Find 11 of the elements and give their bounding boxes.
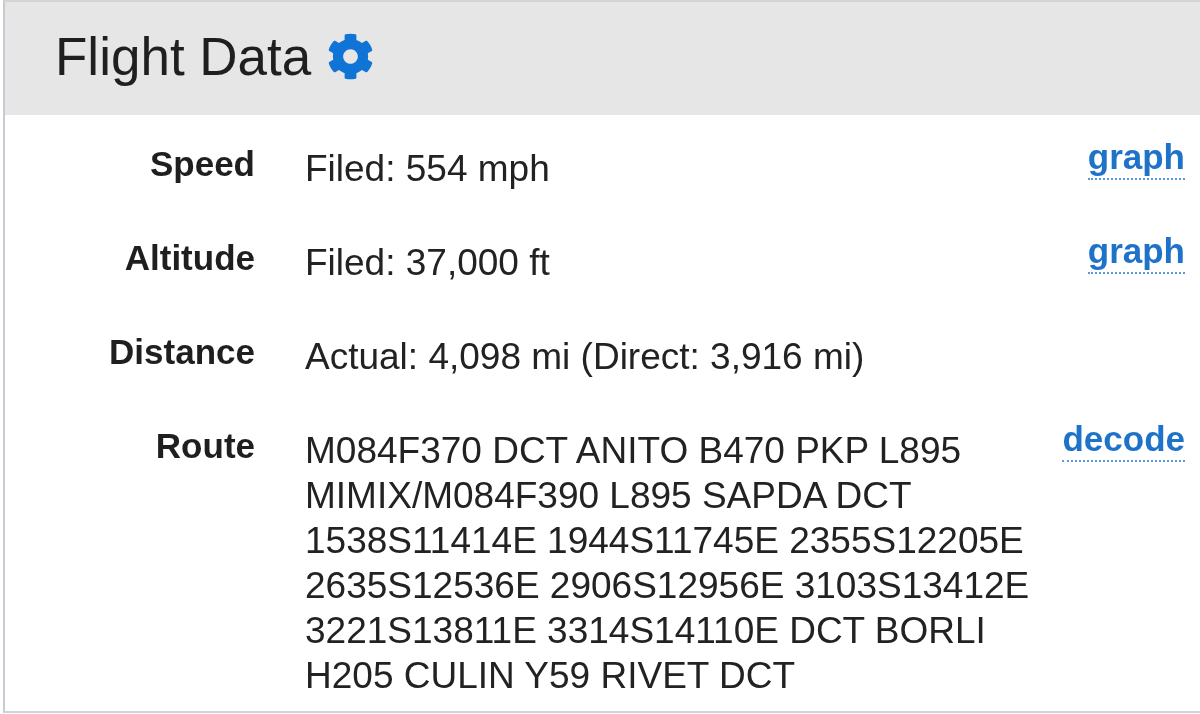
- field-label: Distance: [109, 337, 255, 367]
- text-link[interactable]: graph: [1087, 232, 1185, 274]
- field-value: Actual: 4,098 mi (Direct: 3,916 mi): [305, 335, 866, 379]
- text-link[interactable]: graph: [1087, 138, 1185, 180]
- field-label: Altitude: [124, 243, 255, 273]
- field-value: Filed: 554 mph: [305, 147, 551, 191]
- field-label: Route: [155, 431, 255, 461]
- field-value: M084F370 DCT ANITO B470 PKP L895 MIMIX/M084F390 L895 SAPDA DCT 1538S11414E 1944S11745E 2355S12205E 2635S12536E 2906S12956E 3103S13412E 3221S13811E 3314S14110E DCT BORLI H205 CULIN Y59 RIVET DCT: [305, 429, 1031, 698]
- field-value: Filed: 37,000 ft: [305, 241, 551, 285]
- text-link[interactable]: decode: [1062, 420, 1185, 462]
- settings-icon[interactable]: [327, 33, 375, 80]
